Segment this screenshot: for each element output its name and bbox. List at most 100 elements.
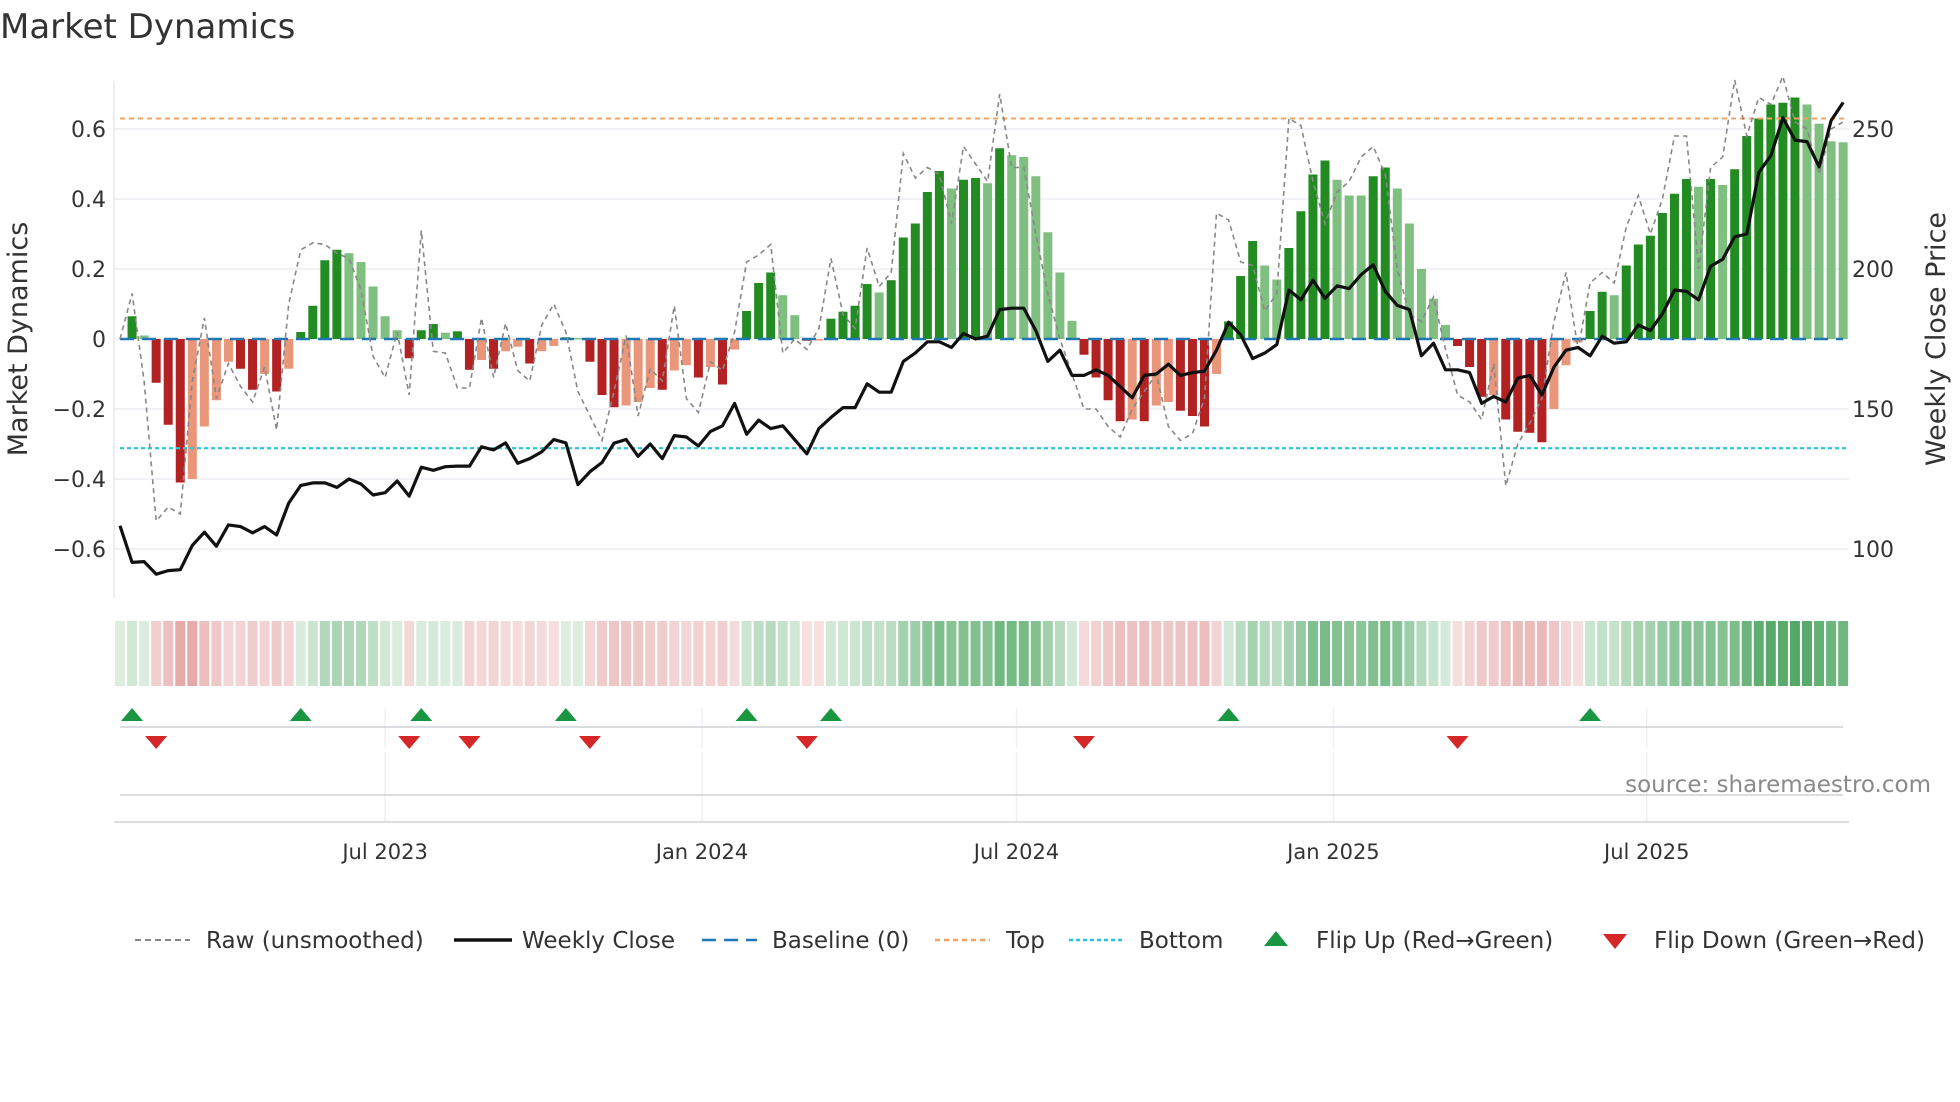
bar	[718, 339, 727, 385]
heat-cell	[970, 621, 981, 686]
bar	[320, 260, 330, 339]
bar	[946, 188, 956, 339]
heat-cell	[163, 621, 174, 686]
bar	[368, 286, 378, 339]
heat-cell	[1765, 621, 1776, 686]
bar	[1260, 265, 1270, 339]
flip-up-marker	[1217, 708, 1240, 721]
bar	[934, 171, 944, 339]
bar	[308, 305, 318, 339]
bar	[1320, 160, 1330, 339]
bar	[1669, 193, 1679, 339]
bar	[1730, 169, 1740, 339]
bar	[922, 192, 932, 339]
bar	[1838, 142, 1848, 339]
bar	[742, 311, 752, 339]
heat-cell	[1729, 621, 1740, 686]
heat-cell	[1235, 621, 1246, 686]
flip-down-marker	[398, 736, 421, 749]
bar	[464, 339, 474, 370]
bar	[1621, 265, 1631, 339]
heat-cell	[175, 621, 186, 686]
heat-cell	[874, 621, 885, 686]
heat-cell	[524, 621, 535, 686]
legend-raw-label: Raw (unsmoothed)	[206, 928, 424, 954]
heat-cell	[247, 621, 258, 686]
heat-cell	[1380, 621, 1391, 686]
heat-cell	[1814, 621, 1825, 686]
bar	[1706, 179, 1716, 339]
heat-cell	[1211, 621, 1222, 686]
heat-cell	[151, 621, 162, 686]
legend-bottom-label: Bottom	[1139, 928, 1223, 954]
heat-cell	[1187, 621, 1198, 686]
heat-cell	[886, 621, 897, 686]
y-tick-right-label: 150	[1852, 398, 1894, 423]
bar	[272, 339, 282, 392]
heat-cell	[1175, 621, 1186, 686]
heat-cell	[1223, 621, 1234, 686]
heat-cell	[584, 621, 595, 686]
legend-flip-up-icon	[1264, 931, 1288, 946]
heat-cell	[1838, 621, 1849, 686]
heat-cell	[1392, 621, 1403, 686]
bar	[1416, 269, 1426, 339]
bar	[597, 339, 607, 395]
x-tick-label: Jul 2025	[1602, 840, 1689, 864]
bar	[236, 339, 245, 369]
heat-cell	[1307, 621, 1318, 686]
heat-cell	[1476, 621, 1487, 686]
bar	[1453, 339, 1463, 346]
legend-baseline-label: Baseline (0)	[772, 928, 909, 954]
bar	[248, 339, 258, 390]
heat-cell	[958, 621, 969, 686]
bar	[1597, 291, 1607, 339]
flip-down-marker	[145, 736, 168, 749]
heat-cell	[1753, 621, 1764, 686]
flip-up-marker	[410, 708, 433, 721]
bar	[826, 318, 836, 339]
heat-cell	[1657, 621, 1668, 686]
bar	[1332, 179, 1342, 339]
heat-cell	[1488, 621, 1499, 686]
heat-cell	[1115, 621, 1126, 686]
heat-cell	[1536, 621, 1547, 686]
legend-flip-down-icon	[1603, 934, 1627, 949]
y-tick-left-label: −0.4	[53, 468, 106, 493]
heat-cell	[500, 621, 511, 686]
heat-cell	[1066, 621, 1077, 686]
x-tick-label: Jul 2023	[340, 840, 427, 864]
heat-cell	[1079, 621, 1089, 686]
legend: Raw (unsmoothed) Weekly Close Baseline (…	[135, 928, 1925, 954]
heat-cell	[211, 621, 222, 686]
heat-cell	[982, 621, 993, 686]
source-label: source: sharemaestro.com	[1625, 772, 1931, 798]
y-axis-left-label: Market Dynamics	[3, 222, 34, 457]
heat-cell	[1705, 621, 1716, 686]
bar	[380, 316, 390, 339]
y-tick-left-label: −0.6	[53, 538, 106, 563]
y-tick-left-label: −0.2	[53, 398, 106, 423]
heat-cell	[1356, 621, 1367, 686]
flip-down-marker	[795, 736, 818, 749]
heat-cell	[380, 621, 391, 686]
heat-cell	[1789, 621, 1800, 686]
heat-cell	[187, 621, 198, 686]
bar	[1187, 339, 1197, 416]
bar	[1163, 339, 1173, 402]
heat-cell	[476, 621, 487, 686]
bar	[1115, 339, 1125, 422]
heat-cell	[1091, 621, 1102, 686]
flip-up-marker	[735, 708, 758, 721]
heat-cell	[753, 621, 764, 686]
bar	[416, 330, 426, 339]
flip-up-marker	[289, 708, 312, 721]
heat-cell	[488, 621, 499, 686]
heat-cell	[1693, 621, 1704, 686]
bar	[151, 339, 161, 383]
heat-cell	[452, 621, 463, 686]
bar	[886, 280, 896, 339]
heat-cell	[1633, 621, 1644, 686]
flip-up-marker	[554, 708, 577, 721]
heat-cell	[1404, 621, 1415, 686]
